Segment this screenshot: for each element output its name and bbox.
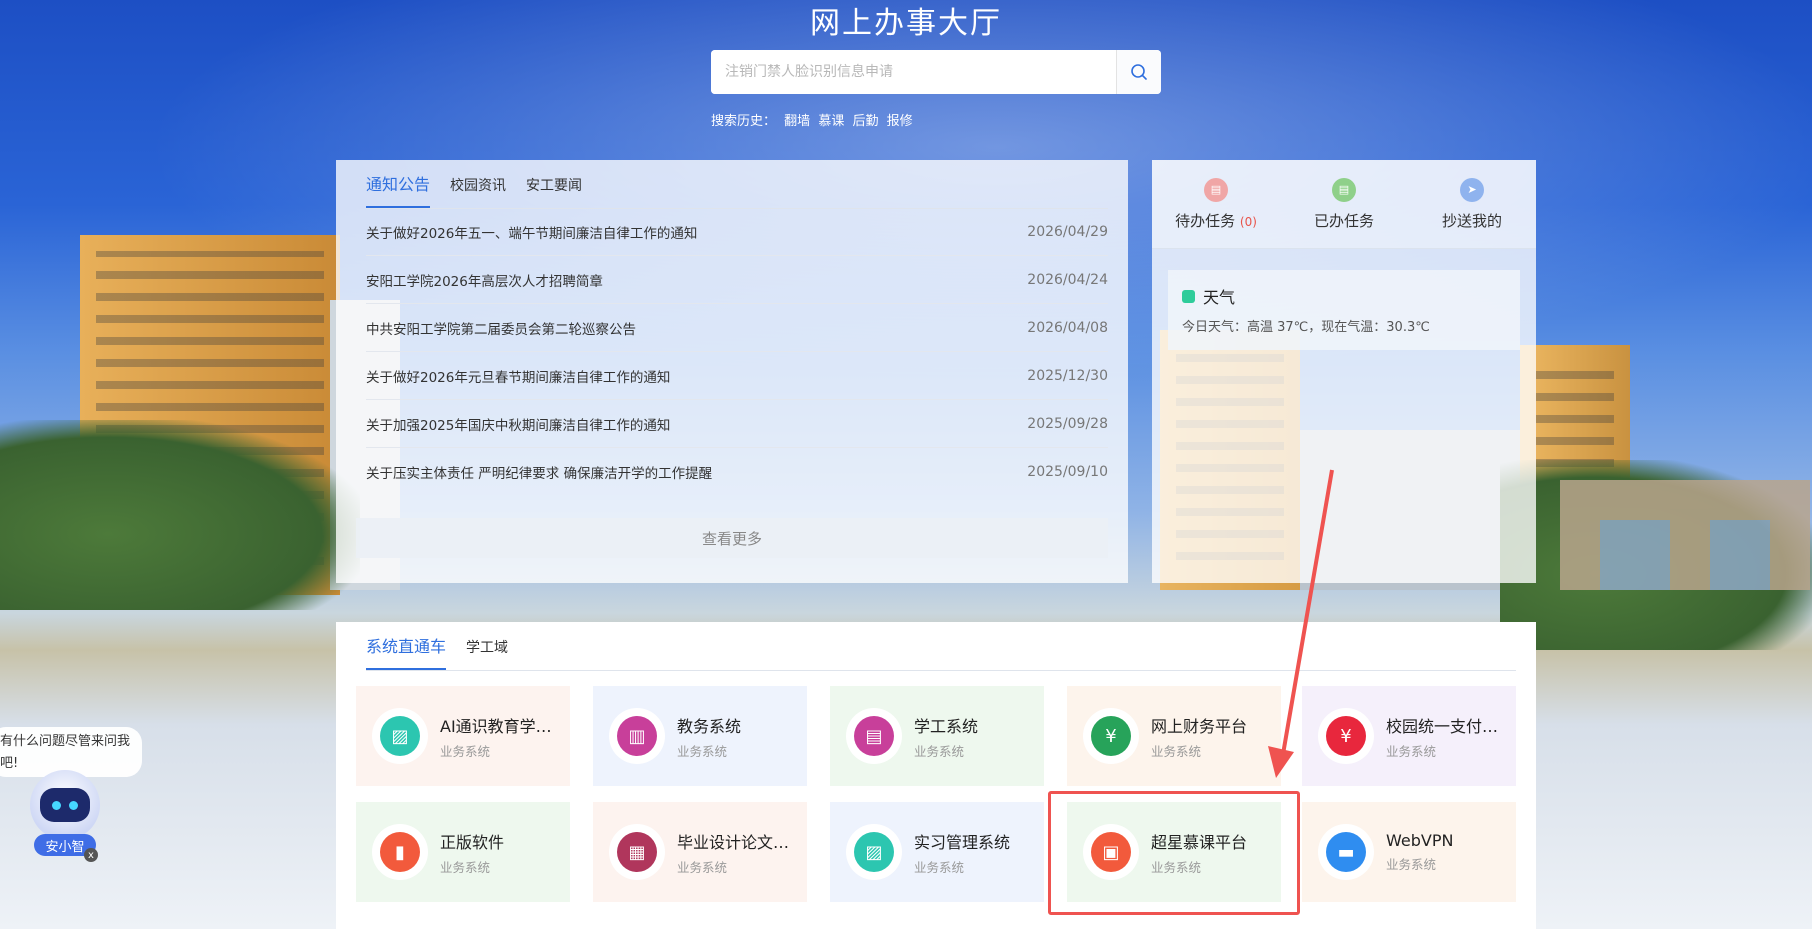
cc-to-me-label: 抄送我的	[1441, 211, 1502, 230]
news-date: 2025/12/30	[1027, 367, 1108, 384]
tab-ait-news[interactable]: 安工要闻	[526, 175, 582, 208]
system-card-thesis[interactable]: ▦ 毕业设计论文… 业务系统	[593, 802, 807, 902]
cc-to-me[interactable]: ➤ 抄送我的	[1408, 160, 1536, 248]
system-card-webvpn[interactable]: ▬ WebVPN 业务系统	[1302, 802, 1516, 902]
view-more-button[interactable]: 查看更多	[356, 518, 1108, 558]
news-title[interactable]: 关于加强2025年国庆中秋期间廉洁自律工作的通知	[366, 414, 670, 434]
done-tasks-label: 已办任务	[1313, 211, 1374, 230]
tab-notices[interactable]: 通知公告	[366, 171, 431, 208]
assistant-bubble: 有什么问题尽管来问我吧!	[0, 727, 142, 777]
highlight-box	[1048, 791, 1300, 915]
tab-system-express[interactable]: 系统直通车	[366, 633, 447, 670]
close-icon[interactable]: x	[84, 848, 98, 862]
search-icon	[1131, 64, 1147, 80]
image-icon: ▨	[380, 716, 420, 756]
news-title[interactable]: 关于压实主体责任 严明纪律要求 确保廉洁开学的工作提醒	[366, 462, 712, 482]
pending-task-icon: ▤	[1204, 177, 1228, 202]
system-card-student-affairs[interactable]: ▤ 学工系统 业务系统	[830, 686, 1044, 786]
news-item[interactable]: 关于做好2026年元旦春节期间廉洁自律工作的通知 2025/12/30	[366, 352, 1108, 400]
history-item[interactable]: 慕课	[818, 114, 844, 129]
history-item[interactable]: 翻墙	[784, 114, 810, 129]
search-history-label: 搜索历史：	[711, 114, 777, 129]
weather-detail: 今日天气：高温 37℃，现在气温：30.3℃	[1182, 320, 1430, 335]
news-date: 2026/04/08	[1027, 319, 1108, 336]
news-title[interactable]: 关于做好2026年五一、端午节期间廉洁自律工作的通知	[366, 222, 697, 242]
weather-title: 天气	[1203, 288, 1236, 307]
search-bar	[711, 50, 1161, 94]
system-card-academic[interactable]: ▥ 教务系统 业务系统	[593, 686, 807, 786]
document-search-icon: ▦	[617, 832, 657, 872]
history-item[interactable]: 报修	[887, 114, 913, 129]
book-icon: ▮	[380, 832, 420, 872]
done-task-icon: ▤	[1332, 177, 1356, 202]
tab-student-affairs[interactable]: 学工域	[466, 637, 508, 670]
search-history: 搜索历史： 翻墙 慕课 后勤 报修	[711, 110, 917, 129]
briefcase-icon: ▬	[1326, 832, 1366, 872]
tab-campus-news[interactable]: 校园资讯	[450, 175, 506, 208]
image-icon: ▨	[854, 832, 894, 872]
robot-icon	[40, 788, 90, 822]
pending-tasks[interactable]: ▤ 待办任务 (0)	[1152, 160, 1280, 248]
campus-gate	[1560, 480, 1810, 590]
weather-card: 天气 今日天气：高温 37℃，现在气温：30.3℃	[1168, 270, 1520, 350]
id-card-icon: ▤	[854, 716, 894, 756]
finance-search-icon: ¥	[1091, 716, 1131, 756]
news-item[interactable]: 中共安阳工学院第二届委员会第二轮巡察公告 2026/04/08	[366, 304, 1108, 352]
news-item[interactable]: 关于压实主体责任 严明纪律要求 确保廉洁开学的工作提醒 2025/09/10	[366, 448, 1108, 495]
news-date: 2026/04/29	[1027, 223, 1108, 240]
news-item[interactable]: 关于加强2025年国庆中秋期间廉洁自律工作的通知 2025/09/28	[366, 400, 1108, 448]
news-item[interactable]: 安阳工学院2026年高层次人才招聘简章 2026/04/24	[366, 256, 1108, 304]
news-date: 2025/09/10	[1027, 463, 1108, 480]
arrow-annotation	[1268, 469, 1334, 778]
pending-tasks-label: 待办任务	[1175, 211, 1236, 230]
assistant-avatar[interactable]	[30, 770, 100, 840]
page-title: 网上办事大厅	[810, 6, 1002, 41]
cloud-icon	[1182, 289, 1195, 303]
system-card-licensed-software[interactable]: ▮ 正版软件 业务系统	[356, 802, 570, 902]
pending-count: (0)	[1239, 214, 1257, 229]
news-item[interactable]: 关于做好2026年五一、端午节期间廉洁自律工作的通知 2026/04/29	[366, 208, 1108, 256]
news-date: 2026/04/24	[1027, 271, 1108, 288]
search-input[interactable]	[711, 50, 1116, 94]
news-title[interactable]: 安阳工学院2026年高层次人才招聘简章	[366, 270, 603, 290]
news-title[interactable]: 关于做好2026年元旦春节期间廉洁自律工作的通知	[366, 366, 670, 386]
devices-icon: ▥	[617, 716, 657, 756]
done-tasks[interactable]: ▤ 已办任务	[1280, 160, 1408, 248]
history-item[interactable]: 后勤	[852, 114, 878, 129]
search-button[interactable]	[1116, 50, 1161, 94]
send-icon: ➤	[1460, 177, 1484, 202]
system-card-internship[interactable]: ▨ 实习管理系统 业务系统	[830, 802, 1044, 902]
notice-panel: 通知公告 校园资讯 安工要闻 关于做好2026年五一、端午节期间廉洁自律工作的通…	[336, 160, 1128, 583]
news-title[interactable]: 中共安阳工学院第二届委员会第二轮巡察公告	[366, 318, 636, 338]
news-date: 2025/09/28	[1027, 415, 1108, 432]
system-card-ai-education[interactable]: ▨ AI通识教育学… 业务系统	[356, 686, 570, 786]
